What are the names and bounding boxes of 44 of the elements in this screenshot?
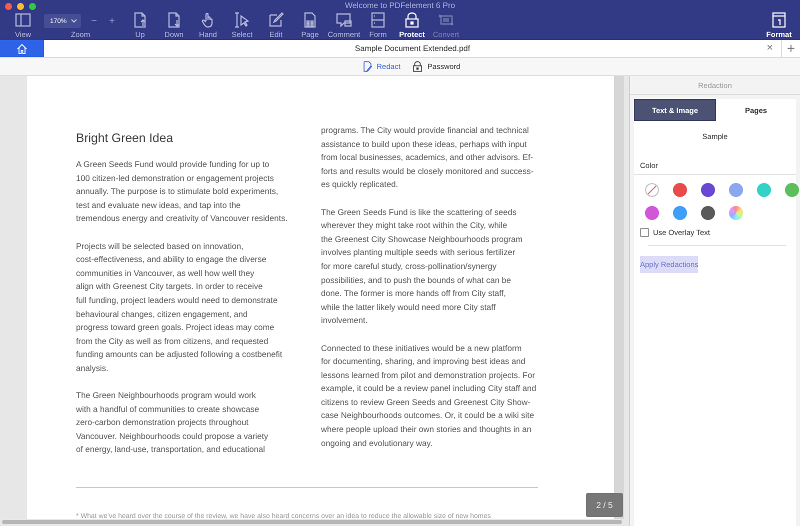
page-down-icon (166, 12, 182, 28)
page-icon (302, 12, 318, 28)
comment-icon (336, 12, 352, 28)
panel-icon (15, 12, 31, 28)
paragraph: The Green Neighbourhoods program would work with a handful of communities to create showcase zero-carbon demonstration projects throughout Vancouver. Neighbourhoods could propose a variety of energy, land-use, transportation, and educational (76, 389, 270, 456)
close-window-button[interactable] (5, 3, 12, 10)
color-swatch[interactable] (756, 183, 770, 197)
color-swatch[interactable] (644, 206, 658, 220)
color-swatch[interactable] (700, 183, 714, 197)
calendar-icon (771, 12, 787, 28)
page-indicator: 2 / 5 (586, 493, 623, 517)
color-swatch[interactable] (672, 206, 686, 220)
color-swatch[interactable] (700, 206, 714, 220)
document-heading: Bright Green Idea (76, 130, 174, 147)
caret-icon (70, 19, 77, 23)
paragraph: The Green Seeds Fund is like the scattering of seeds wherever they might take root within the City, while the Greenest City Showcase Neighbourhoods program involves planting multiple seeds with serious fertilizer for more careful study, cross-pollination/synergy possibilities, and to push the bounds of what can be done. The former is more hands off from City staff, while the latter likely would need more City staff involvement. (321, 206, 524, 328)
minimize-window-button[interactable] (17, 3, 24, 10)
color-swatch[interactable] (672, 183, 686, 197)
maximize-window-button[interactable] (29, 3, 36, 10)
page-pen-icon (362, 61, 373, 72)
color-swatch[interactable] (784, 183, 798, 197)
paragraph: A Green Seeds Fund would provide funding for up to 100 citizen-led demonstration or engagement projects annually. The purpose is to stimulate bold experiments, test and evaluate new ideas, and tap into the tremendous energy and creativity of Vancouver residents. (76, 158, 289, 226)
color-swatch[interactable] (728, 183, 742, 197)
new-tab-button[interactable]: + (781, 40, 800, 57)
color-wheel-swatch[interactable] (728, 206, 742, 220)
cursor-icon (234, 12, 250, 28)
scrollbar-track[interactable] (614, 76, 624, 519)
zoom-out-button[interactable]: − (89, 16, 99, 26)
paragraph: Connected to these initiatives would be a new platform for documenting, sharing, and improving best ideas and lessons learned from pilot and demonstration projects. For example, it could be a review panel including City staff and citizens to review Green Seeds and Greenest City Show- case Neighbourhoods outcomes. Or, it could be a wiki site where people upload their own stories and thoughts in an ongoing and evolutionary way. (321, 342, 536, 450)
paragraph: Projects will be selected based on innovation, cost-effectiveness, and ability to engage the diverse communities in Vancouver, as well how well they align with Greenest City targets. In order to receive full funding, project leaders would need to demonstrate behavioural changes, citizen engagement, and progress toward green goals. Project ideas may come from the City as well as from citizens, and requested funding amounts can be adjusted following a costbenefit analysis. (76, 240, 284, 375)
no-color-swatch[interactable] (644, 183, 658, 197)
close-tab-button[interactable]: × (766, 42, 773, 55)
home-tab[interactable] (0, 40, 44, 57)
scrollbar[interactable] (2, 520, 622, 524)
page-up-icon (132, 12, 148, 28)
convert-icon (438, 12, 454, 28)
form-icon (370, 12, 386, 28)
window-title: Welcome to PDFelement 6 Pro (344, 1, 456, 10)
home-icon (16, 42, 28, 54)
paragraph: programs. The City would provide financial and technical assistance to build upon these ideas, perhaps with input from local businesses, academics, and other advisors. Ef- forts and results would be closely monitored and success- es quickly replicated. (321, 124, 535, 192)
lock-icon (404, 12, 420, 28)
edit-icon (268, 12, 284, 28)
lock-icon (412, 61, 424, 72)
zoom-in-button[interactable]: + (107, 16, 117, 26)
